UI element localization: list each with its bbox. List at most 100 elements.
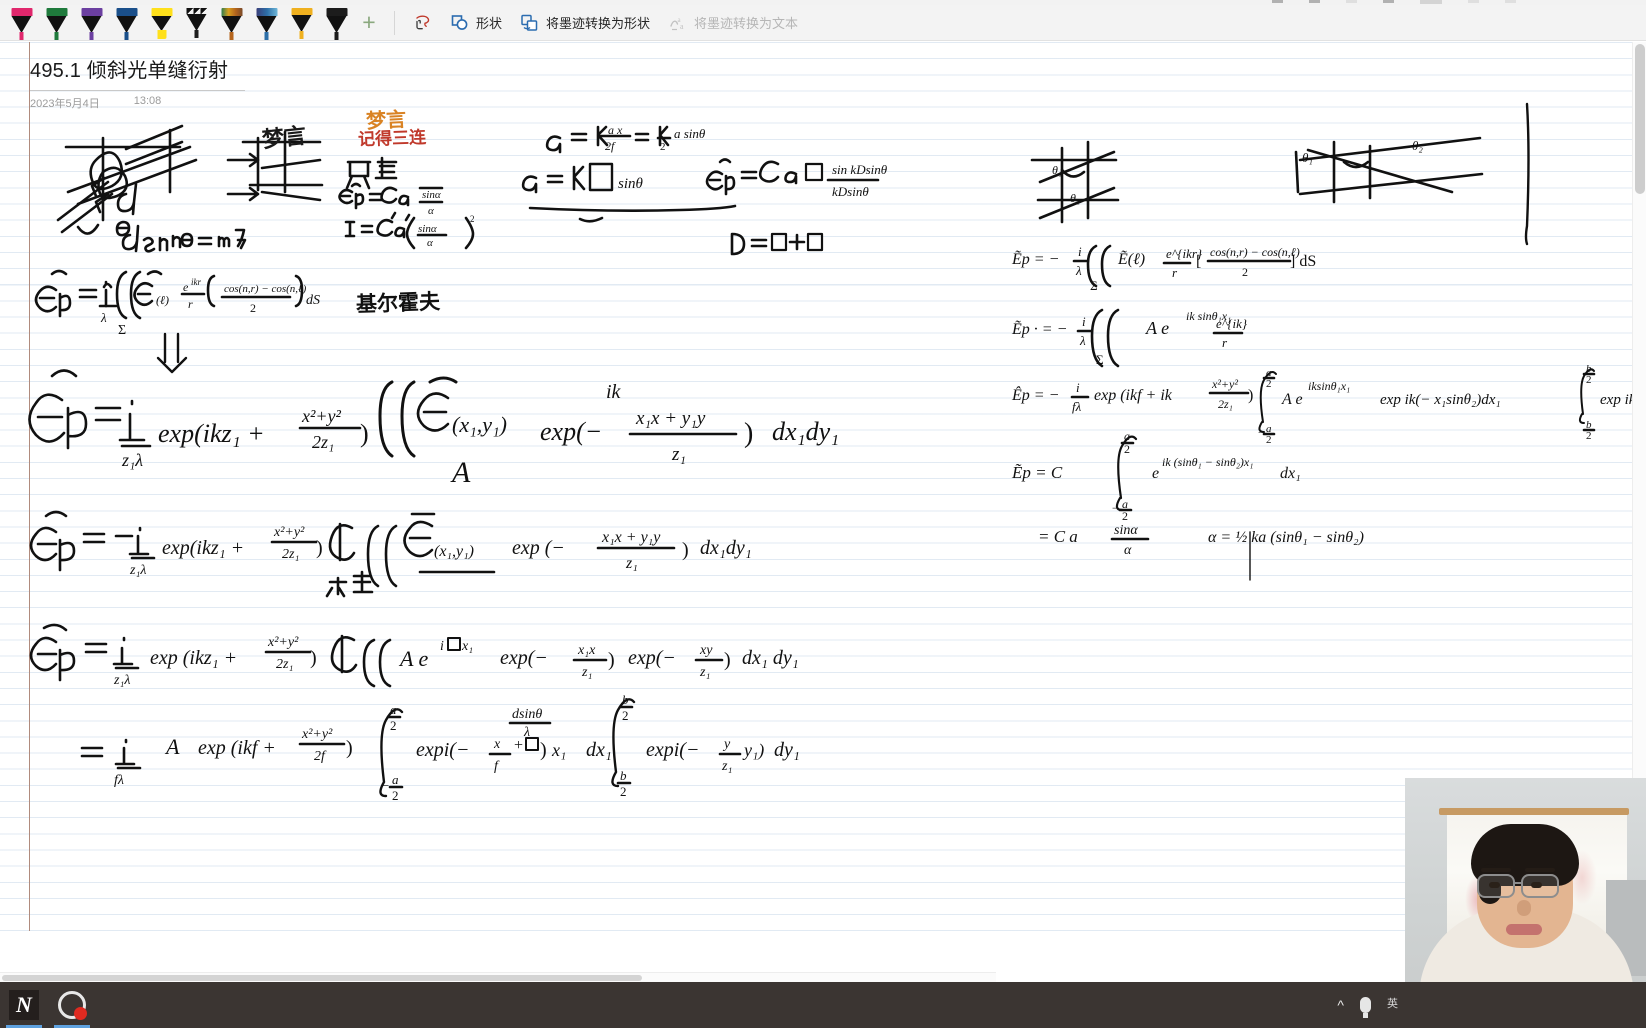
svg-text:a: a [680, 22, 684, 31]
ime-indicator-icon[interactable]: 英 [1387, 998, 1398, 1011]
svg-text:z₁λ: z₁λ [129, 563, 146, 578]
svg-text:θ₁: θ₁ [1052, 163, 1062, 177]
svg-text:exp (ikf + ik: exp (ikf + ik [1094, 387, 1173, 404]
svg-text:b: b [622, 692, 629, 707]
ribbon-icon-7[interactable] [1505, 0, 1516, 3]
show-hidden-icons-chevron-icon[interactable]: ^ [1337, 998, 1344, 1012]
svg-text:e: e [183, 280, 189, 294]
ink-to-shape-button[interactable]: 将墨迹转换为形状 [511, 8, 659, 38]
svg-text:ik sinθ₁x₁: ik sinθ₁x₁ [1186, 309, 1231, 323]
svg-text:exp(ikz₁ +: exp(ikz₁ + [162, 537, 244, 559]
taskbar-item-onenote[interactable]: N [0, 982, 48, 1028]
ink-to-text-icon: a a [668, 13, 688, 33]
svg-text:−: − [382, 778, 389, 793]
svg-text:x₁x + y₁y: x₁x + y₁y [601, 529, 661, 546]
pencil-cap-icon [291, 7, 312, 15]
horizontal-scrollbar[interactable] [0, 972, 996, 982]
ribbon-icon-3[interactable] [1346, 0, 1357, 3]
pencil-tool-black[interactable] [179, 5, 214, 41]
pen-tool-purple[interactable] [74, 5, 109, 41]
svg-text:dx₁: dx₁ [586, 739, 612, 761]
pen-barrel-icon [256, 15, 276, 33]
svg-text:2: 2 [1122, 509, 1128, 523]
svg-text:a: a [1124, 429, 1130, 443]
page-title[interactable]: 495.1 倾斜光单缝衍射 [30, 58, 710, 84]
page-timestamp: 2023年5月4日 13:08 [30, 95, 710, 111]
highlighter-tool-yellow[interactable] [144, 5, 179, 41]
svg-text:dsinθ: dsinθ [512, 707, 542, 722]
pencil-tool-graphite[interactable] [319, 5, 354, 41]
shape-button[interactable]: 形状 [441, 8, 511, 38]
vertical-scrollbar-thumb[interactable] [1635, 44, 1645, 194]
svg-text:): ) [316, 537, 323, 559]
pencil-tip-icon [194, 29, 199, 38]
ribbon-icon-2[interactable] [1309, 0, 1320, 3]
page-title-block[interactable]: 495.1 倾斜光单缝衍射 2023年5月4日 13:08 [30, 58, 710, 111]
svg-text:2z₁: 2z₁ [312, 432, 334, 452]
pen-tool-rainbow[interactable] [214, 5, 249, 41]
svg-text:Êp = −: Êp = − [1011, 385, 1059, 404]
svg-text:] dS: ] dS [1290, 253, 1316, 270]
svg-text:iksinθ₁x₁: iksinθ₁x₁ [1308, 379, 1350, 393]
svg-text:expi(−: expi(− [416, 739, 469, 761]
svg-text:2z₁: 2z₁ [282, 547, 299, 562]
svg-text:): ) [682, 539, 689, 561]
svg-text:2: 2 [620, 784, 627, 799]
svg-text:2: 2 [250, 301, 256, 315]
pencil-tool-gold[interactable] [284, 5, 319, 41]
pen-tool-blue[interactable] [109, 5, 144, 41]
svg-text:θ₂: θ₂ [1412, 138, 1423, 153]
microphone-icon[interactable] [1360, 997, 1371, 1018]
svg-text:): ) [346, 737, 353, 759]
svg-text:λ: λ [1075, 263, 1082, 278]
pen-barrel-icon [81, 15, 101, 33]
pen-barrel-icon [11, 15, 31, 33]
person-nose [1517, 900, 1531, 916]
pen-tool-galaxy[interactable] [249, 5, 284, 41]
svg-text:): ) [724, 649, 731, 671]
svg-text:a: a [1266, 423, 1272, 435]
svg-text:(x₁,y₁): (x₁,y₁) [452, 412, 507, 437]
taskbar-item-obs[interactable] [48, 982, 96, 1028]
title-underline [30, 90, 245, 91]
ribbon-icon-6[interactable] [1468, 0, 1479, 3]
draw-ribbon-toolbar: + 形状 将墨迹转换为形状 a a 将墨迹转换为文本 [0, 5, 1646, 41]
pen-tool-green[interactable] [39, 5, 74, 41]
svg-text:2: 2 [1586, 430, 1592, 442]
svg-text:2z₁: 2z₁ [276, 657, 293, 672]
svg-text:dx₁: dx₁ [1280, 465, 1301, 482]
svg-text:exp(−: exp(− [500, 647, 548, 669]
person-eye-right [1531, 882, 1542, 888]
lasso-select-button[interactable] [405, 8, 441, 38]
svg-text:fλ: fλ [114, 773, 124, 788]
ribbon-icon-1[interactable] [1272, 0, 1283, 3]
svg-text:): ) [1248, 387, 1253, 404]
onenote-icon: N [9, 990, 39, 1020]
obs-icon [58, 991, 87, 1020]
ribbon-icon-5[interactable] [1420, 0, 1442, 4]
pen-tip-icon [264, 31, 269, 40]
svg-text:dx₁dy₁: dx₁dy₁ [772, 417, 839, 446]
pen-tip-icon [54, 31, 59, 40]
svg-text:x₁: x₁ [461, 639, 473, 654]
svg-text:f: f [494, 759, 500, 774]
svg-text:exp ik(− x₁sinθ₂)dx₁: exp ik(− x₁sinθ₂)dx₁ [1380, 392, 1501, 408]
note-page-canvas[interactable]: 495.1 倾斜光单缝衍射 2023年5月4日 13:08 sinα α sin… [0, 42, 1646, 931]
ribbon-icon-4[interactable] [1383, 0, 1394, 3]
svg-text:Ẽp = C: Ẽp = C [1011, 463, 1063, 482]
svg-text:2f: 2f [314, 749, 327, 764]
ink-to-text-button: a a 将墨迹转换为文本 [659, 8, 807, 38]
svg-text:θ₁: θ₁ [1070, 191, 1080, 205]
svg-text:a: a [1266, 367, 1272, 379]
svg-text:i: i [440, 639, 444, 654]
svg-text:2: 2 [390, 718, 397, 733]
svg-text:): ) [744, 418, 753, 449]
add-pen-button[interactable]: + [354, 8, 384, 38]
svg-text:b: b [1586, 419, 1592, 431]
horizontal-scrollbar-thumb[interactable] [2, 975, 642, 981]
svg-text:sinθ: sinθ [618, 176, 644, 192]
pen-barrel-icon [46, 15, 66, 33]
pen-tool-pink[interactable] [4, 5, 39, 41]
svg-text:x₁: x₁ [551, 740, 566, 760]
svg-text:z₁λ: z₁λ [113, 673, 130, 688]
